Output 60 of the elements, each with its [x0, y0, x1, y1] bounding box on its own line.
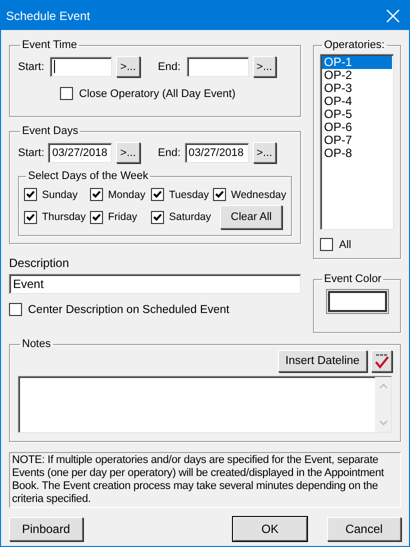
- cancel-button[interactable]: Cancel: [327, 517, 401, 541]
- group-label: Operatories:: [323, 39, 386, 51]
- list-item[interactable]: OP-7: [322, 134, 392, 147]
- list-item[interactable]: OP-1: [322, 56, 392, 69]
- day-label: Wednesday: [231, 188, 286, 200]
- day-label: Saturday: [169, 211, 212, 223]
- group-label: Select Days of the Week: [27, 170, 150, 182]
- list-item[interactable]: OP-8: [322, 147, 392, 160]
- notes-field[interactable]: [18, 376, 392, 433]
- end-time-picker-button[interactable]: >...: [252, 56, 276, 77]
- start-date-picker-button[interactable]: >...: [116, 142, 140, 163]
- checkbox[interactable]: [24, 188, 37, 201]
- checkbox[interactable]: [213, 188, 226, 201]
- window-title: Schedule Event: [6, 8, 92, 22]
- ok-button[interactable]: OK: [233, 517, 307, 541]
- note-text: NOTE: If multiple operatories and/or days are specified for the Event, separate Events (one per day per operatory) will be created/displayed in the Appointment Book. The Event creation process may take several minutes depending on the criteria specified.: [9, 452, 401, 508]
- group-label: Event Time: [21, 39, 78, 51]
- start-time-picker-button[interactable]: >...: [116, 56, 140, 77]
- group-label: Event Days: [21, 125, 80, 137]
- close-icon[interactable]: [386, 8, 400, 22]
- checkbox[interactable]: [24, 210, 37, 224]
- list-item[interactable]: OP-3: [322, 82, 392, 95]
- description-label: Description: [9, 256, 70, 270]
- checkbox[interactable]: [151, 210, 164, 224]
- group-label: Event Color: [323, 273, 382, 285]
- color-swatch-button[interactable]: [328, 291, 386, 312]
- list-item[interactable]: OP-4: [322, 95, 392, 108]
- list-item[interactable]: OP-5: [322, 108, 392, 121]
- checkbox-label: Close Operatory (All Day Event): [79, 88, 236, 100]
- checkbox[interactable]: [90, 210, 103, 224]
- pinboard-button[interactable]: Pinboard: [9, 517, 83, 541]
- day-label: Friday: [108, 211, 138, 223]
- checkbox[interactable]: [90, 188, 103, 201]
- list-item[interactable]: OP-2: [322, 69, 392, 82]
- list-item[interactable]: OP-6: [322, 121, 392, 134]
- checkbox-label: Center Description on Scheduled Event: [28, 304, 230, 316]
- clear-all-button[interactable]: Clear All: [220, 205, 282, 229]
- start-label: Start:: [18, 60, 44, 72]
- end-time-field[interactable]: [186, 56, 249, 76]
- start-time-field[interactable]: [50, 56, 112, 76]
- checkbox-label: All: [339, 238, 352, 250]
- day-label: Monday: [108, 188, 146, 200]
- group-label: Notes: [21, 338, 52, 350]
- description-field[interactable]: Event: [9, 274, 301, 294]
- end-label: End:: [158, 60, 181, 72]
- day-label: Sunday: [42, 188, 78, 200]
- start-label: Start:: [18, 146, 44, 158]
- checkbox[interactable]: [60, 87, 73, 100]
- end-date-picker-button[interactable]: >...: [252, 142, 276, 163]
- insert-dateline-button[interactable]: Insert Dateline: [278, 350, 367, 372]
- end-date-field[interactable]: 03/27/2018: [184, 142, 249, 162]
- spell-check-button[interactable]: [371, 350, 392, 372]
- end-label: End:: [158, 146, 181, 158]
- spell-check-icon: [372, 352, 390, 370]
- checkbox[interactable]: [320, 238, 333, 251]
- start-date-field[interactable]: 03/27/2018: [48, 142, 112, 162]
- day-label: Thursday: [42, 211, 86, 223]
- checkbox[interactable]: [151, 188, 164, 201]
- checkbox[interactable]: [9, 303, 22, 316]
- day-label: Tuesday: [169, 188, 209, 200]
